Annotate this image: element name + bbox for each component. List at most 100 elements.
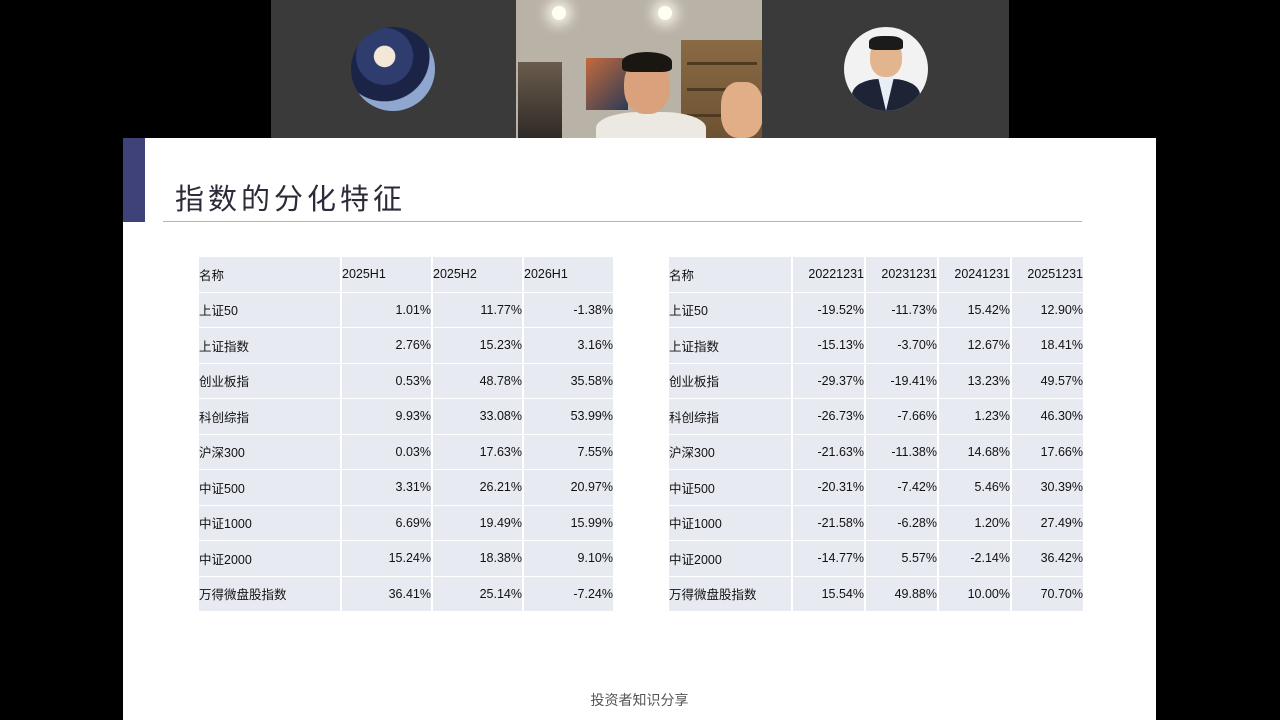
return-value-cell: 15.24% [342,541,433,577]
participant-tile-3[interactable] [762,0,1009,138]
return-value-cell: 0.53% [342,363,433,399]
return-value-cell: 12.90% [1012,292,1083,328]
return-value-cell: 49.57% [1012,363,1083,399]
return-value-cell: 10.00% [939,576,1012,612]
ceiling-light [552,6,566,20]
return-value-cell: 36.41% [342,576,433,612]
speaker-hair [622,52,672,72]
return-value-cell: 25.14% [433,576,524,612]
return-value-cell: 27.49% [1012,505,1083,541]
return-value-cell: 5.46% [939,470,1012,506]
participant-video-tile[interactable] [516,0,762,138]
return-value-cell: 20.97% [524,470,613,506]
ceiling-light [658,6,672,20]
return-value-cell: 48.78% [433,363,524,399]
column-header: 2025H1 [342,257,433,293]
participant-tile-1[interactable] [271,0,516,138]
return-value-cell: 7.55% [524,434,613,470]
table-row: 中证2000 -14.77% 5.57% -2.14% 36.42% [669,541,1083,577]
return-value-cell: -19.52% [793,292,866,328]
half-year-returns-table: 名称 2025H1 2025H2 2026H1 上证50 1.01% 11.77% -… [199,257,613,612]
return-value-cell: 2.76% [342,328,433,364]
return-value-cell: 18.38% [433,541,524,577]
return-value-cell: 49.88% [866,576,939,612]
shared-slide: 指数的分化特征 名称 2025H1 2025H2 2026H1 上证50 1.01… [123,138,1156,720]
return-value-cell: -2.14% [939,541,1012,577]
table-row: 沪深300 0.03% 17.63% 7.55% [199,434,613,470]
table-row: 中证1000 -21.58% -6.28% 1.20% 27.49% [669,505,1083,541]
index-name-cell: 沪深300 [669,434,793,470]
index-name-cell: 中证2000 [669,541,793,577]
table-row: 万得微盘股指数 36.41% 25.14% -7.24% [199,576,613,612]
return-value-cell: 1.20% [939,505,1012,541]
return-value-cell: -15.13% [793,328,866,364]
return-value-cell: 15.42% [939,292,1012,328]
return-value-cell: 13.23% [939,363,1012,399]
index-name-cell: 中证2000 [199,541,342,577]
anime-avatar-icon [351,27,435,111]
return-value-cell: 36.42% [1012,541,1083,577]
return-value-cell: 15.99% [524,505,613,541]
background-painting [518,62,562,138]
return-value-cell: 12.67% [939,328,1012,364]
return-value-cell: 33.08% [433,399,524,435]
return-value-cell: -7.42% [866,470,939,506]
return-value-cell: 1.01% [342,292,433,328]
return-value-cell: -19.41% [866,363,939,399]
table-row: 万得微盘股指数 15.54% 49.88% 10.00% 70.70% [669,576,1083,612]
return-value-cell: 9.10% [524,541,613,577]
table-row: 科创综指 9.93% 33.08% 53.99% [199,399,613,435]
return-value-cell: -21.63% [793,434,866,470]
table-header-row: 名称 2025H1 2025H2 2026H1 [199,257,613,293]
table-row: 上证50 1.01% 11.77% -1.38% [199,292,613,328]
table-row: 创业板指 0.53% 48.78% 35.58% [199,363,613,399]
return-value-cell: -21.58% [793,505,866,541]
index-name-cell: 中证500 [669,470,793,506]
return-value-cell: -7.66% [866,399,939,435]
column-header: 20251231 [1012,257,1083,293]
return-value-cell: -1.38% [524,292,613,328]
slide-footer: 投资者知识分享 [590,693,689,709]
index-name-cell: 中证500 [199,470,342,506]
index-name-cell: 沪深300 [199,434,342,470]
table-row: 上证指数 -15.13% -3.70% 12.67% 18.41% [669,328,1083,364]
index-name-cell: 上证指数 [669,328,793,364]
index-name-cell: 万得微盘股指数 [669,576,793,612]
return-value-cell: 3.31% [342,470,433,506]
index-name-cell: 创业板指 [199,363,342,399]
index-name-cell: 万得微盘股指数 [199,576,342,612]
speaker-hand [721,82,762,138]
return-value-cell: -11.73% [866,292,939,328]
return-value-cell: 0.03% [342,434,433,470]
return-value-cell: 3.16% [524,328,613,364]
table-header-row: 名称 20221231 20231231 20241231 20251231 [669,257,1083,293]
profile-photo-avatar-icon [844,27,928,111]
return-value-cell: 5.57% [866,541,939,577]
table-row: 中证500 3.31% 26.21% 20.97% [199,470,613,506]
return-value-cell: 18.41% [1012,328,1083,364]
table-row: 科创综指 -26.73% -7.66% 1.23% 46.30% [669,399,1083,435]
title-accent-bar [123,138,145,222]
return-value-cell: 17.63% [433,434,524,470]
title-divider [163,221,1082,222]
table-row: 沪深300 -21.63% -11.38% 14.68% 17.66% [669,434,1083,470]
return-value-cell: 35.58% [524,363,613,399]
return-value-cell: -26.73% [793,399,866,435]
return-value-cell: 30.39% [1012,470,1083,506]
return-value-cell: 15.54% [793,576,866,612]
return-value-cell: 19.49% [433,505,524,541]
table-row: 创业板指 -29.37% -19.41% 13.23% 49.57% [669,363,1083,399]
return-value-cell: -14.77% [793,541,866,577]
return-value-cell: 70.70% [1012,576,1083,612]
index-name-cell: 上证50 [669,292,793,328]
speaker-body [596,112,706,138]
return-value-cell: -20.31% [793,470,866,506]
column-header: 20221231 [793,257,866,293]
index-name-cell: 上证指数 [199,328,342,364]
table-row: 上证50 -19.52% -11.73% 15.42% 12.90% [669,292,1083,328]
table-row: 中证500 -20.31% -7.42% 5.46% 30.39% [669,470,1083,506]
return-value-cell: 9.93% [342,399,433,435]
table-row: 中证1000 6.69% 19.49% 15.99% [199,505,613,541]
return-value-cell: 6.69% [342,505,433,541]
column-header: 2025H2 [433,257,524,293]
